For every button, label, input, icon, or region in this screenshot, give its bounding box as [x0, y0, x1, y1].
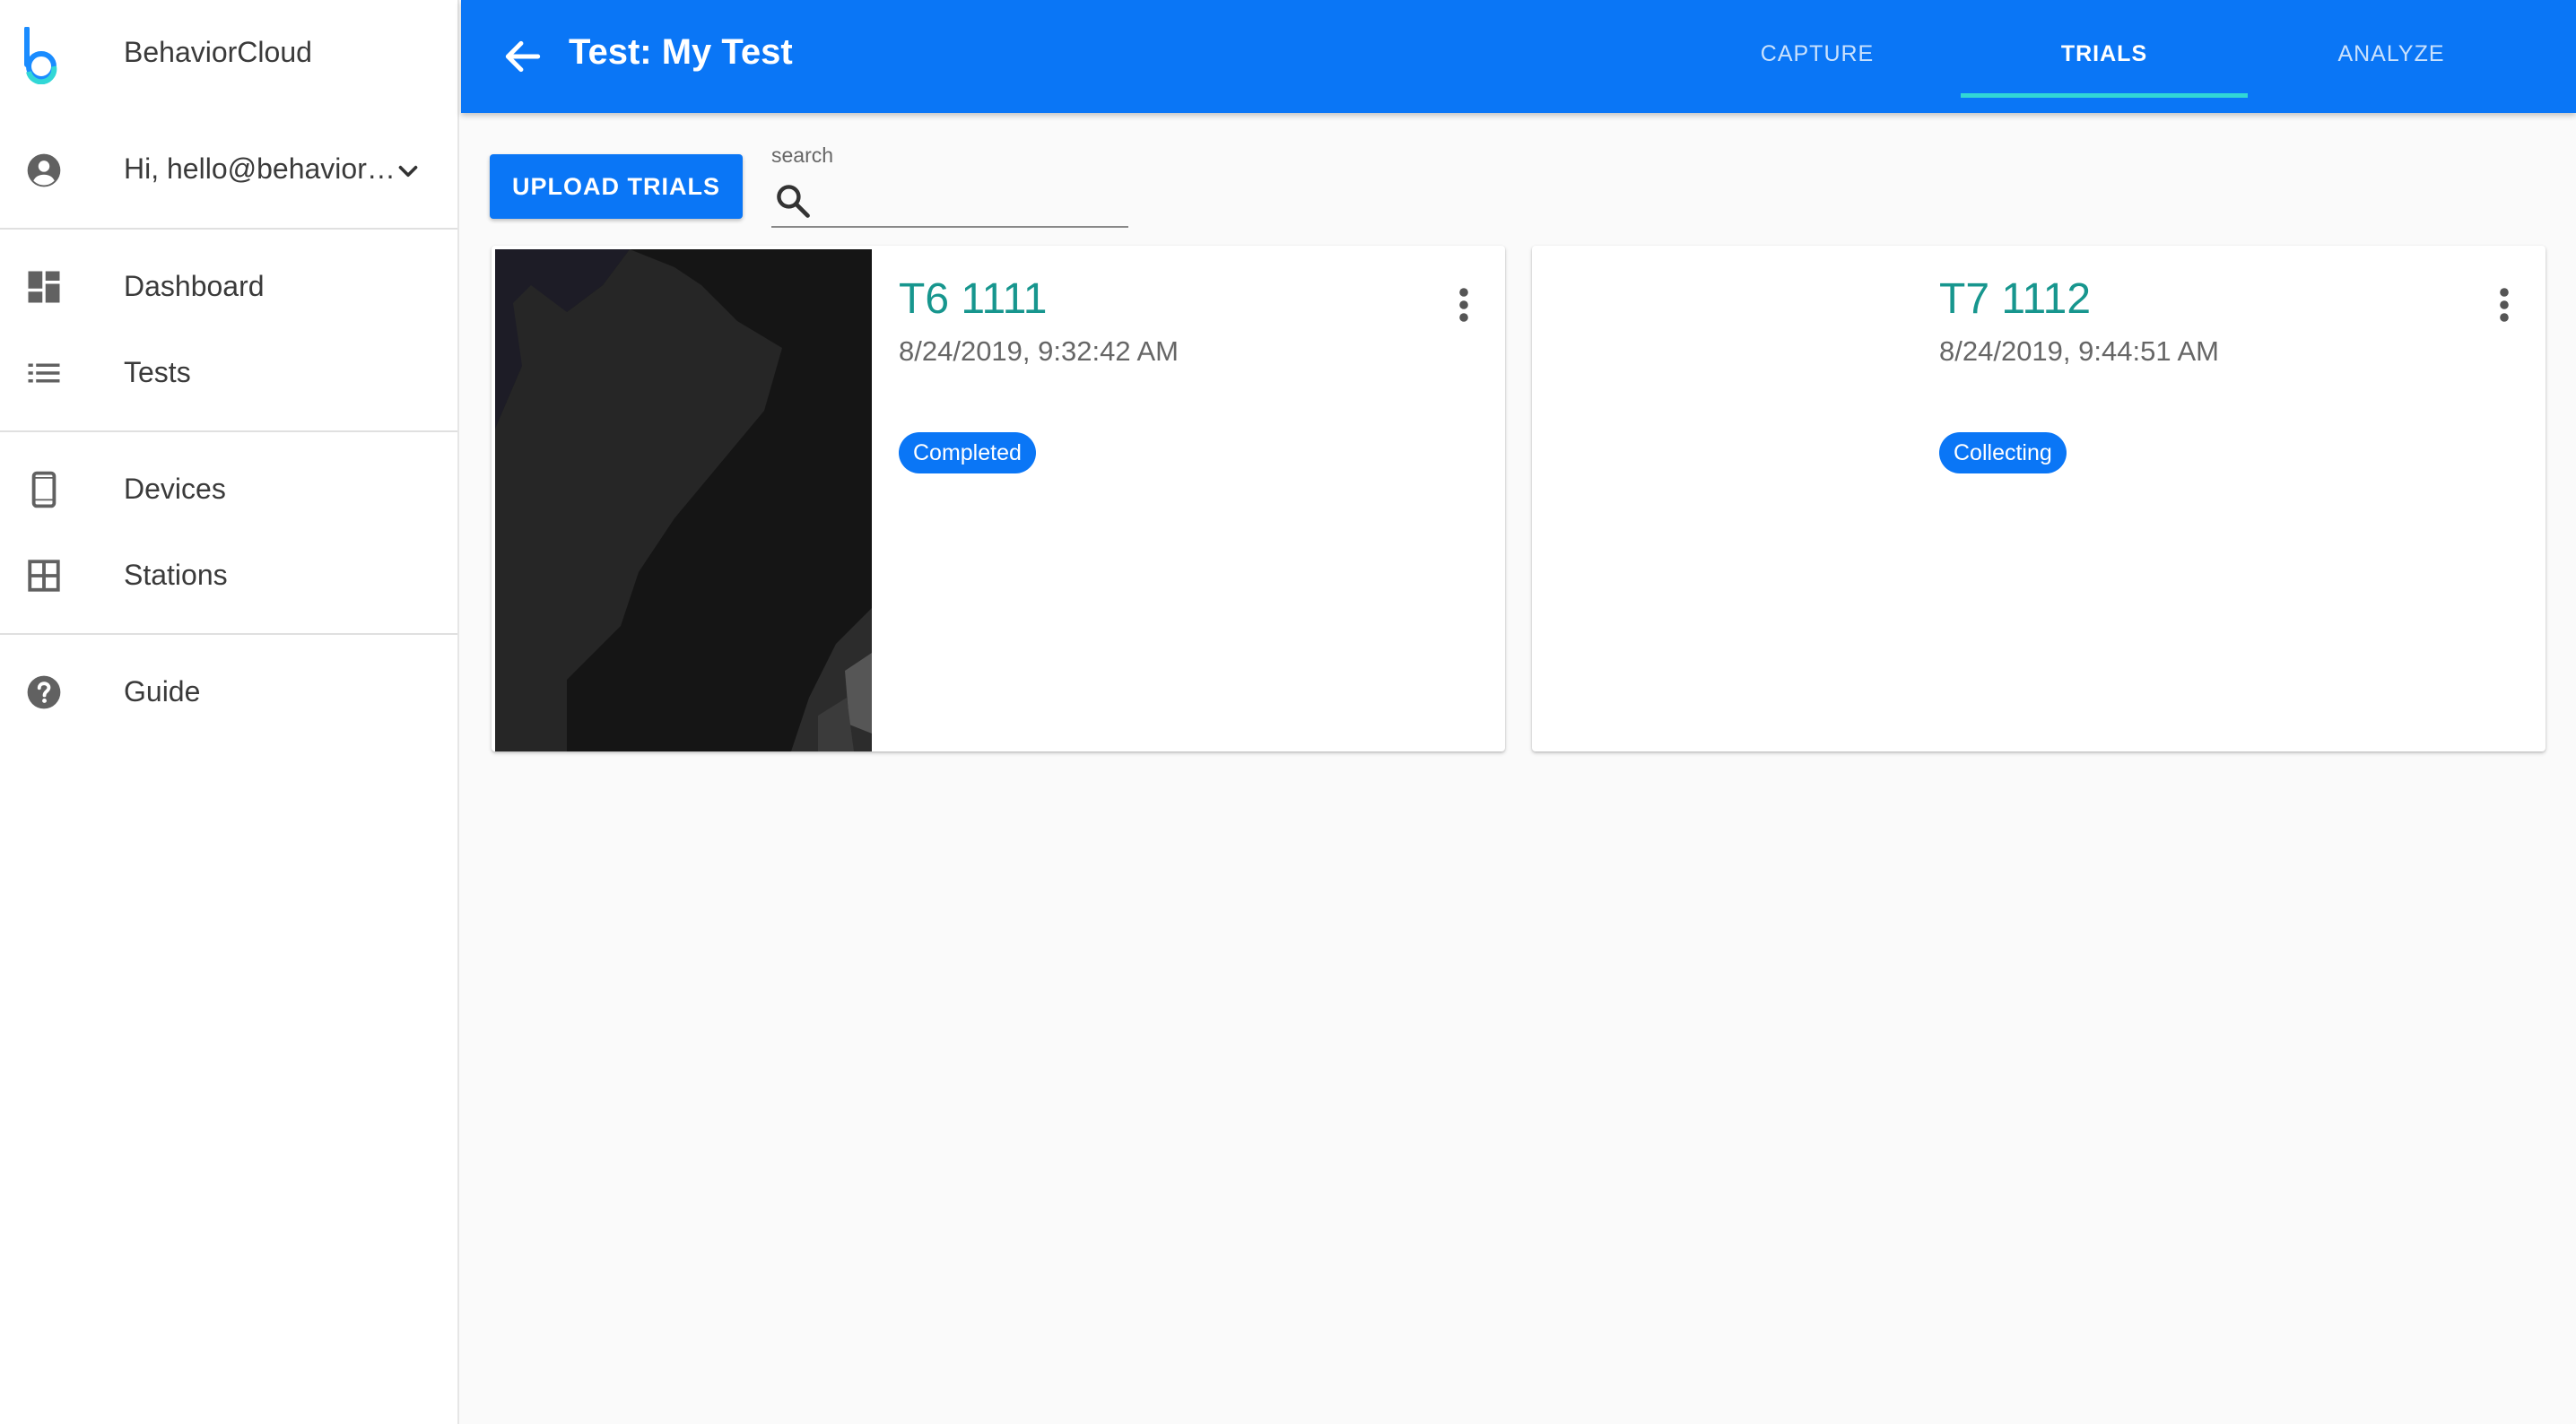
upload-trials-button[interactable]: UPLOAD TRIALS [490, 154, 743, 219]
page-title: Test: My Test [569, 32, 793, 72]
status-badge: Collecting [1939, 432, 2067, 473]
user-greeting: Hi, hello@behavior… [124, 152, 396, 185]
grid-icon [28, 560, 60, 592]
brand[interactable]: BehaviorCloud [0, 0, 459, 111]
behaviorcloud-logo-icon [24, 27, 57, 84]
tab-analyze[interactable]: ANALYZE [2248, 0, 2535, 109]
arrow-back-icon[interactable] [500, 34, 545, 79]
more-vert-icon[interactable] [1446, 283, 1482, 326]
trial-datetime: 8/24/2019, 9:32:42 AM [899, 335, 1179, 367]
search-label: search [771, 143, 834, 167]
trial-datetime: 8/24/2019, 9:44:51 AM [1939, 335, 2219, 367]
help-circle-icon [27, 675, 61, 709]
sidebar-divider [0, 228, 457, 230]
sidebar-item-guide[interactable]: Guide [0, 651, 457, 732]
sidebar-item-label: Stations [124, 559, 228, 591]
more-vert-icon[interactable] [2486, 283, 2522, 326]
sidebar-item-dashboard[interactable]: Dashboard [0, 246, 457, 326]
trial-card[interactable]: T6 1111 8/24/2019, 9:32:42 AM Completed [492, 246, 1505, 751]
sidebar-item-label: Dashboard [124, 270, 265, 302]
sidebar-divider [0, 633, 457, 635]
app-bar: Test: My Test CAPTURE TRIALS ANALYZE [461, 0, 2576, 113]
search-input[interactable] [825, 181, 1125, 221]
sidebar-item-devices[interactable]: Devices [0, 448, 457, 529]
status-badge: Completed [899, 432, 1036, 473]
list-icon [28, 363, 60, 383]
account-circle-icon [27, 153, 61, 187]
sidebar-item-label: Guide [124, 675, 201, 708]
trial-name: T7 1112 [1939, 275, 2092, 323]
sidebar-item-stations[interactable]: Stations [0, 534, 457, 615]
tab-label: ANALYZE [2337, 41, 2445, 66]
user-menu[interactable]: Hi, hello@behavior… [0, 135, 459, 206]
chevron-down-icon[interactable] [393, 156, 423, 187]
trial-card[interactable]: T7 1112 8/24/2019, 9:44:51 AM Collecting [1532, 246, 2546, 751]
sidebar-item-tests[interactable]: Tests [0, 332, 457, 412]
tab-label: CAPTURE [1760, 41, 1875, 66]
active-tab-indicator [1961, 93, 2248, 98]
sidebar: BehaviorCloud Hi, hello@behavior… Dashbo… [0, 0, 459, 1424]
dashboard-icon [28, 271, 60, 303]
app-name: BehaviorCloud [124, 36, 312, 68]
tab-label: TRIALS [2060, 41, 2148, 66]
sidebar-item-label: Tests [124, 356, 191, 388]
tab-capture[interactable]: CAPTURE [1674, 0, 1961, 109]
sidebar-item-label: Devices [124, 473, 226, 505]
trial-name: T6 1111 [899, 275, 1048, 323]
trial-thumbnail [495, 249, 872, 751]
search-icon [777, 185, 810, 218]
phone-device-icon [31, 471, 57, 508]
search-field[interactable] [771, 176, 1128, 228]
sidebar-divider [0, 430, 457, 432]
